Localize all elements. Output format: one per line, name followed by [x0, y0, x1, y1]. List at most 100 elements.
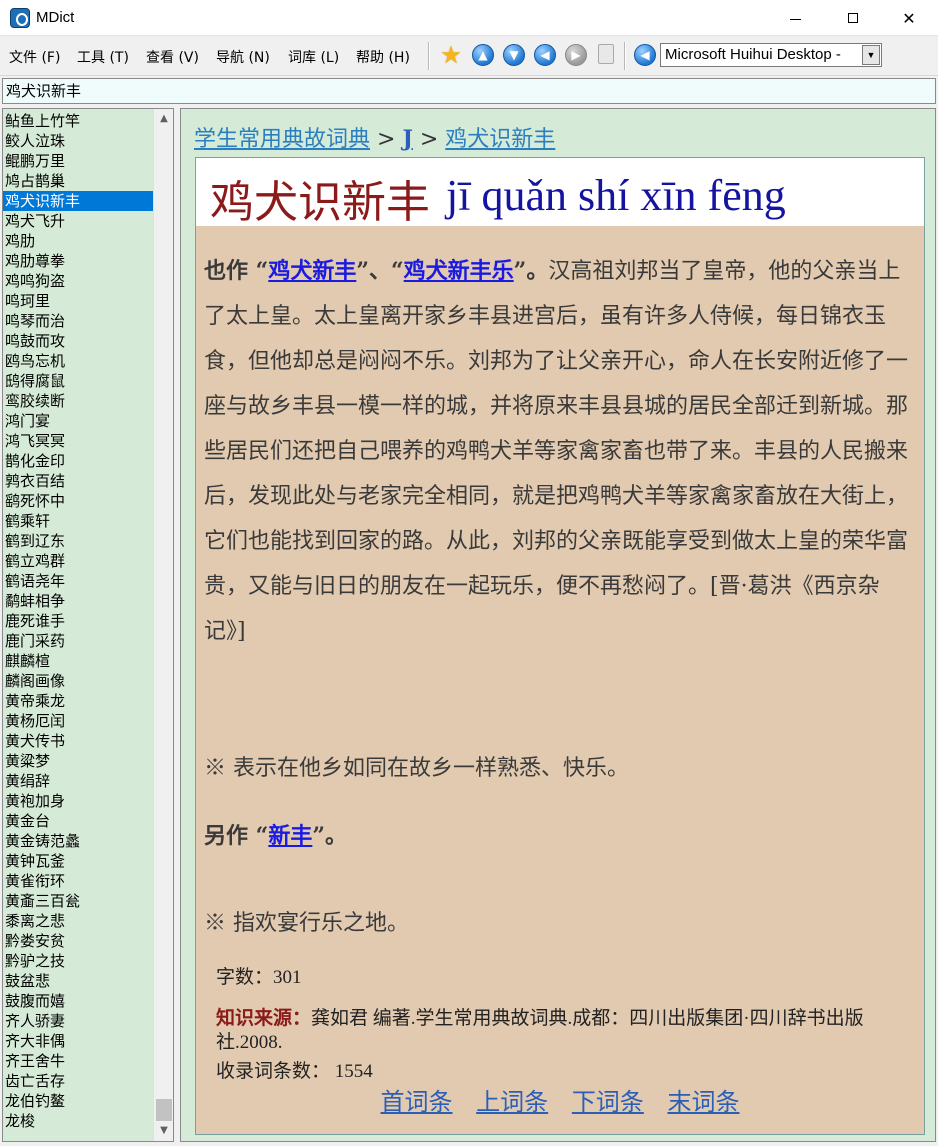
breadcrumb-entry-link[interactable]: 鸡犬识新丰 — [445, 127, 555, 152]
menu-library[interactable]: 词库 (L) — [288, 47, 339, 67]
scrollbar-thumb[interactable] — [156, 1099, 172, 1121]
word-list-item[interactable]: 齐大非偶 — [3, 1031, 153, 1051]
word-list-item[interactable]: 鸾胶续断 — [3, 391, 153, 411]
breadcrumb-letter-link[interactable]: J — [402, 126, 412, 152]
word-list-item[interactable]: 鹤立鸡群 — [3, 551, 153, 571]
word-list-item[interactable]: 黄帝乘龙 — [3, 691, 153, 711]
prev-entry-link[interactable]: 上词条 — [476, 1088, 548, 1116]
word-list-item[interactable]: 黔娄安贫 — [3, 931, 153, 951]
maximize-button[interactable] — [824, 0, 882, 36]
arrow-right-icon[interactable]: ▶ — [565, 44, 587, 66]
word-list-item[interactable]: 鸿门宴 — [3, 411, 153, 431]
variant-separator: ”、“ — [356, 258, 404, 284]
word-list-item[interactable]: 黄犬传书 — [3, 731, 153, 751]
word-list-item[interactable]: 黄齑三百瓮 — [3, 891, 153, 911]
scroll-up-icon[interactable]: ▲ — [154, 109, 173, 129]
word-list-item[interactable]: 黍离之悲 — [3, 911, 153, 931]
word-list-scrollbar[interactable]: ▲ ▼ — [153, 109, 173, 1141]
chevron-down-icon[interactable]: ▼ — [862, 45, 880, 65]
window-title: MDict — [36, 9, 75, 26]
word-list-item[interactable]: 鹑衣百结 — [3, 471, 153, 491]
word-list-item[interactable]: 鲛人泣珠 — [3, 131, 153, 151]
word-list-item[interactable]: 黔驴之技 — [3, 951, 153, 971]
scroll-down-icon[interactable]: ▼ — [154, 1121, 173, 1141]
word-list-item[interactable]: 鼓盆悲 — [3, 971, 153, 991]
word-list[interactable]: 鲇鱼上竹竿 鲛人泣珠 鲲鹏万里 鸠占鹊巢 鸡犬识新丰 鸡犬飞升 鸡肋 鸡肋尊拳 鸡鸣狗盗 鸣珂里鸣… — [2, 108, 174, 1142]
pinyin: jī quǎn shí xīn fēng — [446, 171, 786, 220]
word-list-item[interactable]: 麒麟楦 — [3, 651, 153, 671]
word-list-item[interactable]: 黄绢辞 — [3, 771, 153, 791]
variant-link-1[interactable]: 鸡犬新丰 — [268, 258, 356, 284]
word-list-item[interactable]: 黄杨厄闰 — [3, 711, 153, 731]
word-list-item[interactable]: 鸡鸣狗盗 — [3, 271, 153, 291]
menu-tools[interactable]: 工具 (T) — [77, 47, 129, 67]
toolbar-separator — [624, 42, 626, 70]
word-list-item[interactable]: 黄钟瓦釜 — [3, 851, 153, 871]
word-list-item[interactable]: 鸣琴而治 — [3, 311, 153, 331]
search-input[interactable]: 鸡犬识新丰 — [2, 78, 936, 104]
word-list-item[interactable]: 鸣鼓而攻 — [3, 331, 153, 351]
breadcrumb: 学生常用典故词典 > J > 鸡犬识新丰 — [194, 121, 555, 153]
word-list-item[interactable]: 鲇鱼上竹竿 — [3, 111, 153, 131]
last-entry-link[interactable]: 末词条 — [667, 1088, 739, 1116]
word-list-item[interactable]: 龙梭 — [3, 1111, 153, 1131]
word-list-item[interactable]: 齐人骄妻 — [3, 1011, 153, 1031]
breadcrumb-separator: > — [412, 127, 446, 152]
menu-view[interactable]: 查看 (V) — [146, 47, 199, 67]
word-list-item[interactable]: 鹿死谁手 — [3, 611, 153, 631]
variant-prefix: 也作 “ — [204, 258, 269, 284]
close-icon: ✕ — [902, 8, 916, 28]
word-list-item[interactable]: 鸠占鹊巢 — [3, 171, 153, 191]
breadcrumb-dictionary-link[interactable]: 学生常用典故词典 — [194, 127, 370, 152]
menu-help[interactable]: 帮助 (H) — [356, 47, 410, 67]
close-button[interactable]: ✕ — [880, 0, 938, 36]
arrow-left-icon[interactable]: ◀ — [534, 44, 556, 66]
word-list-item[interactable]: 黄金台 — [3, 811, 153, 831]
word-list-item[interactable]: 鸡犬飞升 — [3, 211, 153, 231]
definition-text: 汉高祖刘邦当了皇帝，他的父亲当上了太上皇。太上皇离开家乡丰县进宫后，虽有许多人侍… — [204, 259, 909, 644]
word-list-item[interactable]: 鼓腹而嬉 — [3, 991, 153, 1011]
alt-variant-link[interactable]: 新丰 — [268, 823, 312, 849]
arrow-down-icon[interactable]: ▼ — [503, 44, 525, 66]
word-list-item[interactable]: 鸡肋尊拳 — [3, 251, 153, 271]
minimize-icon — [789, 18, 801, 20]
word-list-item[interactable]: 麟阁画像 — [3, 671, 153, 691]
word-list-item[interactable]: 鹤语尧年 — [3, 571, 153, 591]
word-list-item[interactable]: 黄金铸范蠡 — [3, 831, 153, 851]
word-list-item[interactable]: 鸿飞冥冥 — [3, 431, 153, 451]
word-list-item[interactable]: 黄雀衔环 — [3, 871, 153, 891]
voice-select[interactable]: Microsoft Huihui Desktop - ▼ — [660, 43, 882, 67]
word-list-item[interactable]: 鹬蚌相争 — [3, 591, 153, 611]
source-label: 知识来源： — [216, 1008, 312, 1029]
voice-select-value: Microsoft Huihui Desktop - — [665, 46, 841, 63]
word-list-item[interactable]: 鹤到辽东 — [3, 531, 153, 551]
next-entry-link[interactable]: 下词条 — [572, 1088, 644, 1116]
usage-note-2: ※ 指欢宴行乐之地。 — [204, 911, 409, 936]
word-list-item[interactable]: 齿亡舌存 — [3, 1071, 153, 1091]
word-list-item[interactable]: 黄粱梦 — [3, 751, 153, 771]
word-list-item[interactable]: 鸥鸟忘机 — [3, 351, 153, 371]
word-list-item[interactable]: 鹞死怀中 — [3, 491, 153, 511]
word-list-item[interactable]: 鸡犬识新丰 — [3, 191, 153, 211]
word-list-item[interactable]: 龙伯钓鳌 — [3, 1091, 153, 1111]
word-list-item[interactable]: 鸣珂里 — [3, 291, 153, 311]
first-entry-link[interactable]: 首词条 — [381, 1088, 453, 1116]
word-list-item[interactable]: 黄袍加身 — [3, 791, 153, 811]
word-list-item[interactable]: 鹊化金印 — [3, 451, 153, 471]
word-list-item[interactable]: 齐王舍牛 — [3, 1051, 153, 1071]
word-list-item[interactable]: 鹿门采药 — [3, 631, 153, 651]
minimize-button[interactable] — [766, 0, 824, 36]
word-list-item[interactable]: 鲲鹏万里 — [3, 151, 153, 171]
speaker-icon[interactable]: ◀ — [634, 44, 656, 66]
word-list-item[interactable]: 鸱得腐鼠 — [3, 371, 153, 391]
word-list-item[interactable]: 鸡肋 — [3, 231, 153, 251]
star-icon[interactable]: ★ — [440, 43, 462, 67]
word-list-item[interactable]: 鹤乘轩 — [3, 511, 153, 531]
alternate-form: 另作 “新丰”。 — [204, 814, 918, 859]
arrow-up-icon[interactable]: ▲ — [472, 44, 494, 66]
clipboard-button[interactable] — [598, 44, 620, 66]
variant-link-2[interactable]: 鸡犬新丰乐 — [404, 258, 514, 284]
menu-file[interactable]: 文件 (F) — [9, 47, 60, 67]
entry-definition: 也作 “鸡犬新丰”、“鸡犬新丰乐”。汉高祖刘邦当了皇帝，他的父亲当上了太上皇。太… — [204, 249, 918, 654]
menu-navigate[interactable]: 导航 (N) — [216, 47, 270, 67]
